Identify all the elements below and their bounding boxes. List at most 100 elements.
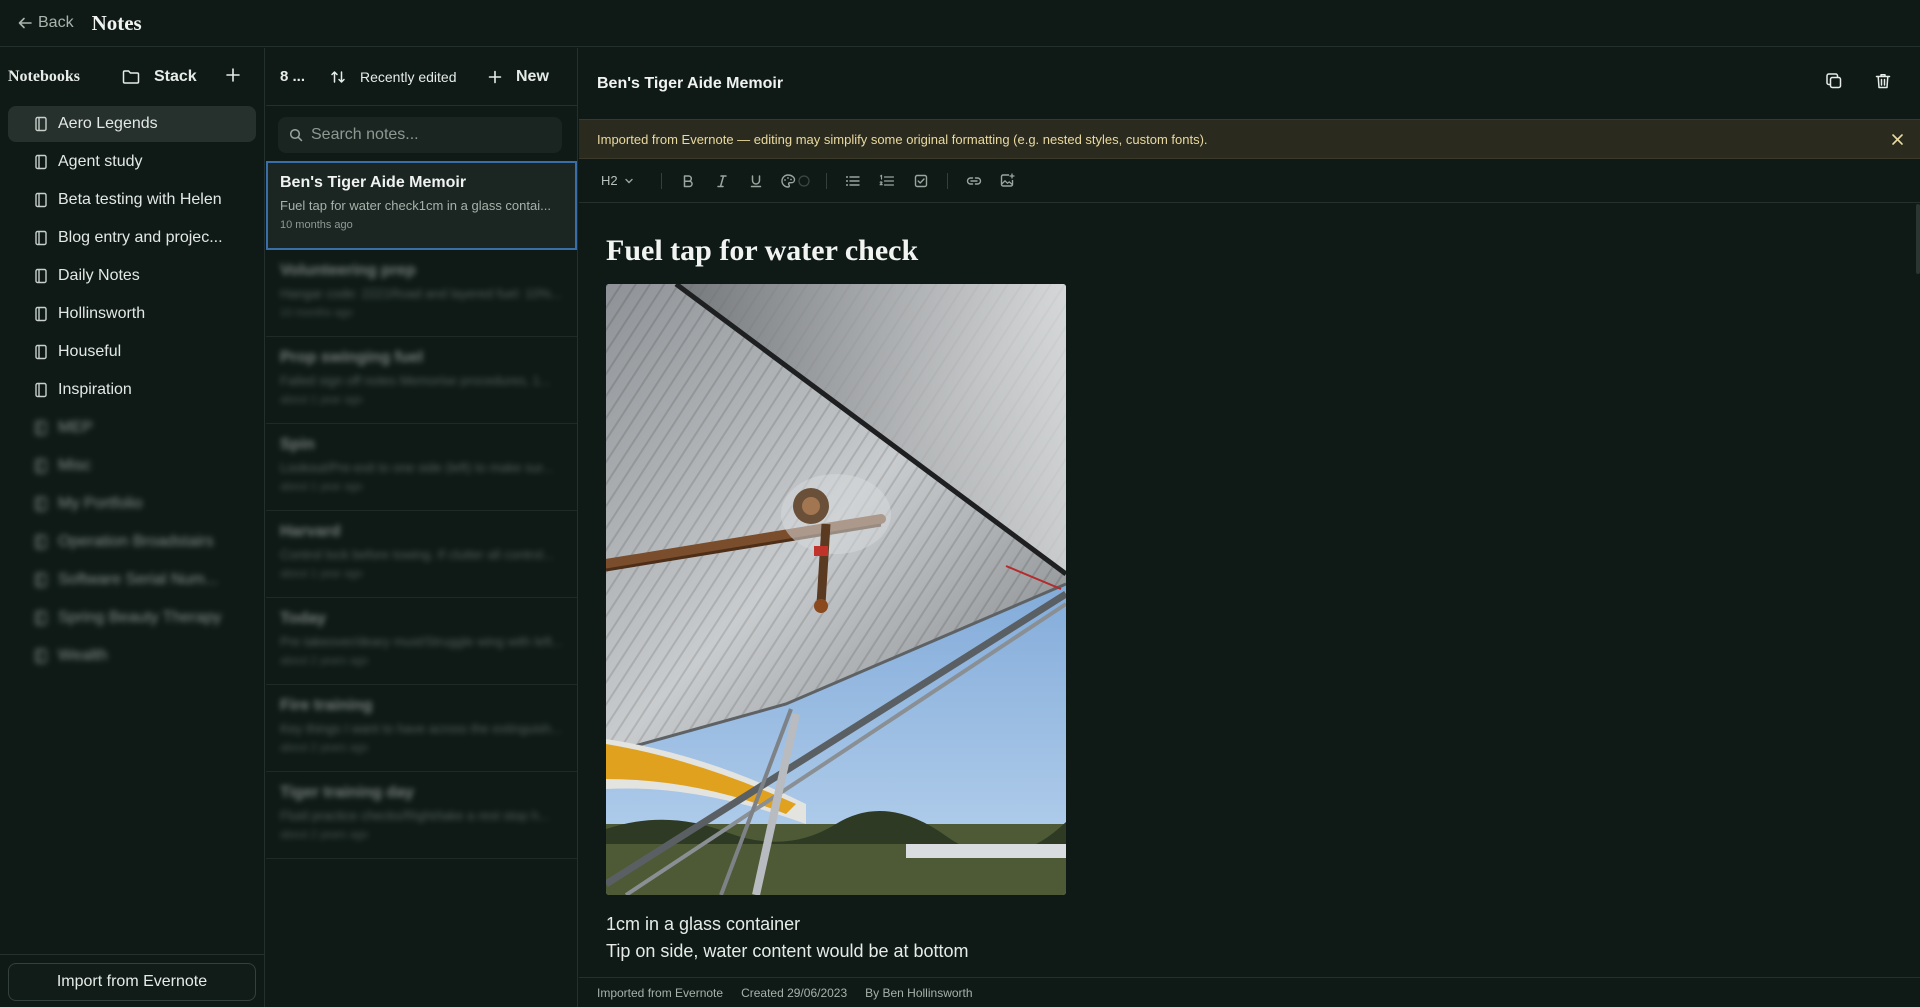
note-title: Harvard [280, 523, 341, 540]
scrollbar[interactable] [1916, 204, 1920, 274]
body-line: Tip on side, water content would be at b… [606, 941, 969, 961]
banner-text: Imported from Evernote — editing may sim… [597, 131, 1208, 147]
text-color-button[interactable] [778, 169, 812, 193]
note-list-item[interactable]: Prop swinging fuel Failed sign off notes … [266, 337, 577, 424]
note-editor: Ben's Tiger Aide Memoir Imported from Ev… [579, 48, 1920, 1007]
notebook-item[interactable]: Software Serial Num... [8, 562, 256, 598]
note-list-item[interactable]: Volunteering prep Hangar code: 2221Road a… [266, 250, 577, 337]
image-plus-icon [1000, 173, 1015, 187]
note-date: about 1 year ago [280, 481, 363, 493]
italic-icon [716, 174, 727, 187]
notebook-item[interactable]: MEP [8, 410, 256, 446]
notebook-icon [35, 572, 47, 588]
note-date: 10 months ago [280, 307, 353, 319]
bullet-list-button[interactable] [841, 169, 865, 193]
notebook-label: Beta testing with Helen [58, 191, 222, 208]
notebook-item[interactable]: Houseful [8, 334, 256, 370]
sort-label: Recently edited [360, 68, 457, 85]
import-evernote-button[interactable]: Import from Evernote [8, 963, 256, 1001]
notebook-item[interactable]: Wealth [8, 638, 256, 674]
note-list-item[interactable]: Ben's Tiger Aide Memoir Fuel tap for wate… [266, 161, 577, 250]
bullet-list-icon [846, 175, 860, 186]
insert-image-button[interactable] [996, 169, 1020, 193]
note-list-item[interactable]: Fire training Key things I want to have a… [266, 685, 577, 772]
notebook-icon [35, 230, 47, 246]
notebook-icon [35, 268, 47, 284]
note-snippet: Fluid practice checks/Right/take a rest … [280, 808, 550, 823]
notebook-item[interactable]: Misc [8, 448, 256, 484]
notebook-label: Spring Beauty Therapy [58, 609, 222, 626]
notebook-item[interactable]: Blog entry and projec... [8, 220, 256, 256]
note-snippet: Lookout/Pre-exit to one side (left) to m… [280, 460, 554, 475]
editor-header: Ben's Tiger Aide Memoir [579, 48, 1920, 119]
note-date: about 1 year ago [280, 568, 363, 580]
notes-list-header: 8 ... Recently edited New [266, 48, 577, 106]
notebook-item[interactable]: Aero Legends [8, 106, 256, 142]
notebooks-sidebar: Notebooks Stack Aero Legends Agent study B… [0, 48, 265, 1007]
close-icon[interactable] [1891, 133, 1904, 146]
link-button[interactable] [962, 169, 986, 193]
heading-select[interactable]: H2 [601, 169, 635, 193]
notebook-label: MEP [58, 419, 93, 436]
chevron-down-icon [624, 178, 633, 183]
underline-button[interactable] [744, 169, 768, 193]
checklist-button[interactable] [909, 169, 933, 193]
note-date: about 2 years ago [280, 829, 369, 841]
note-list-item[interactable]: Today Pre takeover/deary must/Struggle wi… [266, 598, 577, 685]
new-note-button[interactable]: New [488, 68, 549, 86]
note-list: Ben's Tiger Aide Memoir Fuel tap for wate… [266, 161, 577, 859]
notebook-label: Houseful [58, 343, 122, 360]
notebook-label: Software Serial Num... [58, 571, 219, 588]
notebook-item[interactable]: Hollinsworth [8, 296, 256, 332]
notes-list-panel: 8 ... Recently edited New Ben's Tiger Ai… [266, 48, 578, 1007]
italic-button[interactable] [710, 169, 734, 193]
notebook-icon [35, 306, 47, 322]
trash-icon[interactable] [1874, 72, 1892, 90]
notebook-icon [35, 648, 47, 664]
notebook-label: Aero Legends [58, 115, 158, 132]
notebook-item[interactable]: Daily Notes [8, 258, 256, 294]
notebook-item[interactable]: Agent study [8, 144, 256, 180]
note-list-item[interactable]: Tiger training day Fluid practice checks/… [266, 772, 577, 859]
footer-created: Created 29/06/2023 [741, 985, 848, 1000]
notebook-icon [35, 610, 47, 626]
notebook-item[interactable]: Spring Beauty Therapy [8, 600, 256, 636]
notebook-item[interactable]: Operation Broadstairs [8, 524, 256, 560]
folder-icon [122, 70, 140, 84]
toolbar-divider [946, 172, 948, 189]
note-photo[interactable] [606, 284, 1066, 895]
app-title: Notes [91, 10, 142, 35]
formatting-toolbar: H2 [579, 159, 1920, 203]
search-input[interactable] [311, 126, 551, 144]
note-title: Fire training [280, 697, 373, 714]
note-snippet: Hangar code: 2221Road and layered fuel: … [280, 286, 562, 301]
notebook-icon [35, 534, 47, 550]
underline-icon [750, 174, 761, 187]
stack-button[interactable]: Stack [122, 68, 197, 86]
back-button[interactable]: Back [18, 14, 74, 32]
sort-button[interactable]: Recently edited [330, 69, 457, 85]
note-list-item[interactable]: Harvard Control lock before towing. If cl… [266, 511, 577, 598]
toolbar-divider [825, 172, 827, 189]
note-content[interactable]: Fuel tap for water check 1cm in a glass … [606, 204, 1896, 965]
note-list-item[interactable]: Spin Lookout/Pre-exit to one side (left) … [266, 424, 577, 511]
link-icon [966, 176, 981, 185]
notebook-item[interactable]: My Portfolio [8, 486, 256, 522]
numbered-list-button[interactable] [875, 169, 899, 193]
search-box [278, 117, 562, 153]
note-title: Ben's Tiger Aide Memoir [280, 174, 467, 191]
note-snippet: Key things I want to have across the ext… [280, 721, 562, 736]
bold-button[interactable] [676, 169, 700, 193]
note-snippet: Fuel tap for water check1cm in a glass c… [280, 198, 551, 213]
duplicate-icon[interactable] [1825, 72, 1843, 90]
notebooks-title: Notebooks [8, 68, 81, 85]
notebook-item[interactable]: Beta testing with Helen [8, 182, 256, 218]
notebook-icon [35, 420, 47, 436]
add-notebook-icon[interactable] [225, 67, 241, 83]
notebook-icon [35, 382, 47, 398]
notebook-item[interactable]: Inspiration [8, 372, 256, 408]
note-title: Today [280, 610, 326, 627]
notebook-icon [35, 344, 47, 360]
notebook-label: Agent study [58, 153, 143, 170]
palette-icon [780, 173, 810, 188]
